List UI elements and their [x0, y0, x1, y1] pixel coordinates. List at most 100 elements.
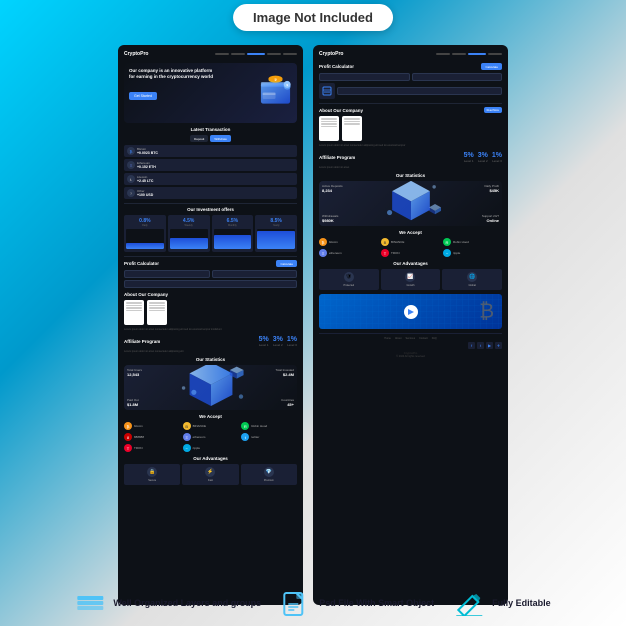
r-ethereum-icon: Ξ	[319, 249, 327, 257]
invest-bar-fill-4	[257, 231, 295, 249]
calculator-icon	[322, 86, 332, 96]
left-panel-inner: CryptoPro Our company is an innovative p…	[118, 45, 303, 605]
footer-link-home[interactable]: Home	[384, 337, 391, 340]
adv-card-3: 💎 Premium	[241, 464, 297, 485]
calc-input-r-amount[interactable]	[319, 73, 410, 81]
hero-section-left: Our company is an innovative platform fo…	[124, 63, 297, 123]
divider-1	[124, 203, 297, 204]
accept-twitter: t twitter	[241, 433, 297, 441]
play-button[interactable]	[404, 305, 418, 319]
level-label-r2: Level 2	[478, 159, 488, 163]
btc-watermark: ₿	[479, 300, 494, 323]
deposit-button[interactable]: Deposit	[190, 135, 208, 142]
investment-title: Our Investment offers	[124, 207, 297, 212]
invest-bar-1	[126, 229, 164, 249]
about-text-right: Lorem ipsum dolor sit amet consectetur a…	[319, 144, 502, 148]
r-accept-bitcoin: ₿ bitcoin	[319, 238, 378, 246]
level-percent-3: 1%	[287, 336, 297, 343]
footer-link-about[interactable]: About	[395, 337, 402, 340]
we-accept-title-left: We Accept	[124, 414, 297, 419]
trans-info-ltc: Litecoin +2.45 LTC	[137, 175, 294, 183]
adv-label-3: Premium	[243, 479, 295, 482]
doc-icon-1	[124, 300, 144, 325]
calc-input-period[interactable]	[212, 270, 298, 278]
hero-title: Our company is an innovative platform fo…	[129, 68, 219, 81]
left-nav-header: CryptoPro	[124, 51, 297, 59]
accept-binance: B BINANCE	[183, 422, 239, 430]
calc-icon-row	[319, 83, 502, 99]
adv-icon-r3: 🌐	[467, 272, 477, 282]
video-thumbnail[interactable]: ₿	[319, 294, 502, 329]
invest-bar-fill-2	[170, 238, 208, 249]
stats-visual-right: Active Deposits8,234 Daily Profit$45K Wi…	[319, 181, 502, 226]
play-triangle-icon	[408, 309, 414, 315]
r-accept-binance: B BINANCE	[381, 238, 440, 246]
accept-ripple: ~ ripple	[183, 444, 239, 452]
calc-icon	[319, 83, 335, 99]
level-item-3: 1% Level 3	[287, 336, 297, 347]
doc-icon-r2	[342, 116, 362, 141]
level-item-r3: 1% Level 3	[492, 152, 502, 163]
advantages-section-left: Our Advantages 🔒 Secure ⚡ Fast 💎 Premium	[124, 456, 297, 485]
ripple-icon: ~	[183, 444, 191, 452]
cube-3d-icon	[171, 365, 251, 410]
doc-line-3	[126, 307, 142, 309]
robin-hood-icon: R	[241, 422, 249, 430]
calc-input-r-period[interactable]	[412, 73, 503, 81]
transaction-list: ₿ Bitcoin +0.0023 BTC Ξ Ethereum +0.152 …	[124, 145, 297, 199]
advantages-title-right: Our Advantages	[319, 261, 502, 266]
calc-input-plan[interactable]	[124, 280, 297, 288]
binance-label: BINANCE	[193, 424, 206, 428]
r-ripple-icon: ~	[443, 249, 451, 257]
nav-dot-3	[247, 53, 265, 55]
doc-line-8	[149, 310, 165, 312]
doc-lines-1	[126, 302, 142, 312]
level-label-r3: Level 3	[492, 159, 502, 163]
right-nav-header: CryptoPro	[319, 51, 502, 59]
invest-label-2: Weekly	[170, 224, 208, 227]
adv-icon-2: ⚡	[205, 467, 215, 477]
about-read-more-button[interactable]: Read More	[484, 107, 502, 113]
adv-label-r3: Global	[444, 284, 500, 287]
calc-button-left[interactable]: Calculate	[276, 260, 297, 267]
right-nav-dot-2	[452, 53, 466, 55]
888-label: 888888	[134, 435, 144, 439]
youtube-social-icon[interactable]: ▶	[486, 342, 493, 349]
footer-link-contact[interactable]: Contact	[419, 337, 428, 340]
calc-button-right[interactable]: Calculate	[481, 63, 502, 70]
doc-line-4	[126, 310, 142, 312]
trans-item-other: ? Other +100 USD	[124, 187, 297, 199]
hero-text: Our company is an innovative platform fo…	[129, 68, 219, 102]
twitter-social-icon[interactable]: t	[477, 342, 484, 349]
adv-icon-r1: 🛡	[344, 272, 354, 282]
facebook-social-icon[interactable]: f	[468, 342, 475, 349]
feature-text-psd: Psd File With Smart Object	[319, 598, 434, 610]
r-stat-top-right: Daily Profit$45K	[484, 184, 499, 193]
r-bitcoin-label: bitcoin	[329, 240, 338, 244]
withdraw-button[interactable]: Withdraw	[210, 135, 231, 142]
adv-icon-1: 🔒	[147, 467, 157, 477]
bitcoin-icon: ₿	[124, 422, 132, 430]
binance-icon: B	[183, 422, 191, 430]
adv-card-2: ⚡ Fast	[182, 464, 238, 485]
hero-cta-button[interactable]: Get Started	[129, 92, 157, 100]
statistics-section-right: Our Statistics	[319, 173, 502, 226]
level-item-1: 5% Level 1	[259, 336, 269, 347]
features-bar: Well Organized Layers and groups Psd Fil…	[31, 592, 594, 616]
calc-input-r-result[interactable]	[337, 87, 502, 95]
invest-bar-fill-1	[126, 243, 164, 249]
adv-label-r2: Growth	[383, 284, 439, 287]
invest-label-1: Daily	[126, 224, 164, 227]
accept-tron: T TRON	[124, 444, 180, 452]
about-docs-right	[319, 116, 502, 141]
tron-label: TRON	[134, 446, 143, 450]
calc-input-amount[interactable]	[124, 270, 210, 278]
doc-line-5	[149, 302, 165, 304]
footer-link-faq[interactable]: FAQ	[432, 337, 437, 340]
footer-link-services[interactable]: Services	[405, 337, 415, 340]
affiliate-header-right: Affiliate Program 5% Level 1 3% Level 2 …	[319, 152, 502, 163]
advantages-grid-right: 🛡 Protected 📈 Growth 🌐 Global	[319, 269, 502, 290]
footer-copyright: © 2024 All rights reserved	[319, 355, 502, 358]
telegram-social-icon[interactable]: ✈	[495, 342, 502, 349]
robin-hood-label: Robin Hood	[251, 424, 267, 428]
